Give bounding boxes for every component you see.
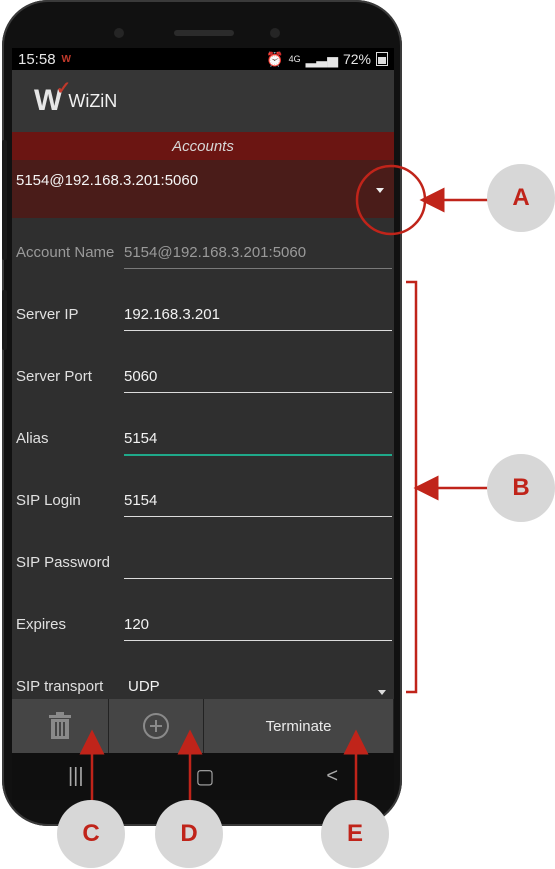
callout-c: C bbox=[57, 800, 125, 868]
callout-b: B bbox=[487, 454, 555, 522]
callout-e: E bbox=[321, 800, 389, 868]
bracket-b bbox=[406, 280, 418, 694]
highlight-circle bbox=[355, 164, 427, 236]
callout-a: A bbox=[487, 164, 555, 232]
callout-d: D bbox=[155, 800, 223, 868]
annotation-overlay bbox=[79, 164, 488, 802]
